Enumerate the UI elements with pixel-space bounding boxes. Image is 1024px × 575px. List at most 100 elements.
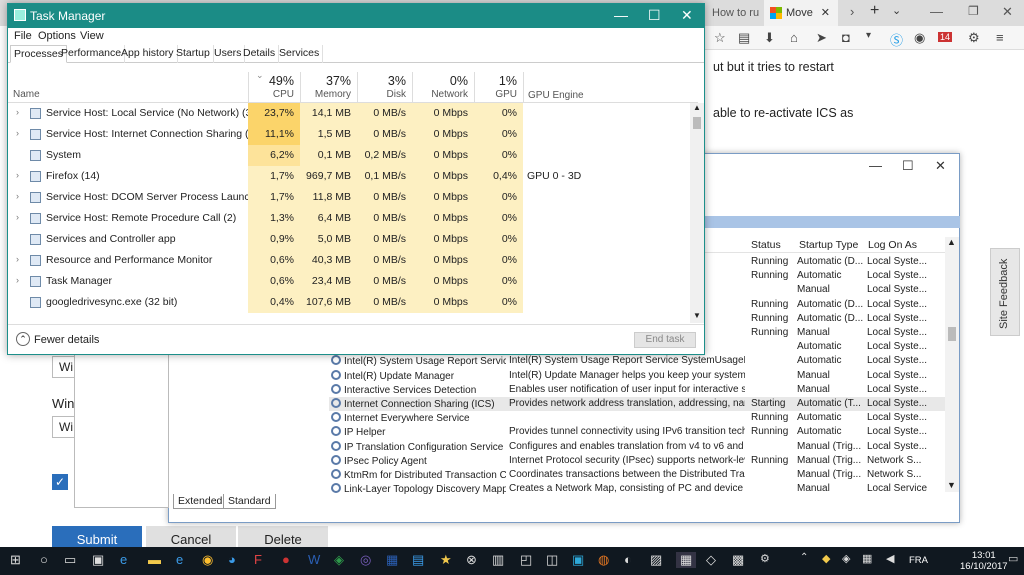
scroll-up-icon[interactable]: ▲ bbox=[947, 237, 956, 247]
expand-chevron-icon[interactable]: › bbox=[16, 128, 19, 138]
process-row[interactable]: System 6,2% 0,1 MB 0,2 MB/s 0 Mbps 0% bbox=[8, 145, 696, 166]
app-icon[interactable]: ▦ bbox=[386, 552, 398, 568]
opera-icon[interactable]: ● bbox=[282, 552, 290, 567]
app-icon[interactable]: ▣ bbox=[572, 552, 584, 568]
volume-icon[interactable]: ◀ bbox=[886, 552, 894, 565]
expand-chevron-icon[interactable]: › bbox=[16, 254, 19, 264]
column-header-logon[interactable]: Log On As bbox=[868, 239, 917, 251]
service-row[interactable]: IP Helper Provides tunnel connectivity us… bbox=[329, 425, 951, 439]
tab-standard[interactable]: Standard bbox=[223, 494, 276, 509]
maximize-icon[interactable]: ☐ bbox=[902, 158, 914, 174]
tab-details[interactable]: Details bbox=[240, 45, 280, 63]
close-tab-icon[interactable]: ✕ bbox=[821, 0, 830, 26]
column-header-status[interactable]: Status bbox=[751, 239, 781, 251]
column-header-network[interactable]: 0% Network bbox=[412, 72, 474, 103]
maximize-icon[interactable]: ☐ bbox=[648, 7, 661, 24]
tab-scroll-right-icon[interactable]: › bbox=[850, 4, 854, 19]
file-explorer-icon[interactable]: ▬ bbox=[148, 552, 161, 567]
menu-file[interactable]: File bbox=[14, 30, 32, 42]
network-icon[interactable]: ▦ bbox=[862, 552, 872, 565]
process-row[interactable]: Services and Controller app 0,9% 5,0 MB 0 M… bbox=[8, 229, 696, 250]
task-view-icon[interactable]: ▭ bbox=[64, 552, 76, 568]
app-icon[interactable]: ⊗ bbox=[466, 552, 477, 568]
service-row[interactable]: Interactive Services Detection Enables us… bbox=[329, 383, 951, 397]
scroll-down-icon[interactable]: ▼ bbox=[947, 480, 956, 490]
tab-app-history[interactable]: App history bbox=[118, 45, 178, 63]
close-icon[interactable]: ✕ bbox=[935, 158, 946, 174]
star-icon[interactable]: ☆ bbox=[714, 30, 726, 46]
tray-icon[interactable]: ◆ bbox=[822, 552, 830, 565]
service-row[interactable]: Intel(R) Update Manager Intel(R) Update M… bbox=[329, 369, 951, 383]
service-row[interactable]: IP Translation Configuration Service Conf… bbox=[329, 440, 951, 454]
tray-icon[interactable]: ◈ bbox=[842, 552, 850, 565]
service-row[interactable]: KtmRm for Distributed Transaction Co... C… bbox=[329, 468, 951, 482]
tab-list-icon[interactable]: ⌄ bbox=[892, 4, 901, 17]
process-scrollbar[interactable]: ▲ ▼ bbox=[690, 103, 704, 323]
edge-icon[interactable]: e bbox=[120, 552, 127, 567]
star-app-icon[interactable]: ★ bbox=[440, 552, 452, 568]
process-row[interactable]: › Task Manager 0,6% 23,4 MB 0 MB/s 0 Mbps 0% bbox=[8, 271, 696, 292]
service-row[interactable]: IPsec Policy Agent Internet Protocol secu… bbox=[329, 454, 951, 468]
column-header-memory[interactable]: 37% Memory bbox=[300, 72, 357, 103]
browser-tab-active[interactable]: Move ✕ bbox=[764, 0, 838, 26]
browser-tab[interactable]: How to ru bbox=[706, 0, 764, 26]
minimize-icon[interactable]: — bbox=[614, 7, 628, 23]
start-icon[interactable]: ⊞ bbox=[10, 552, 21, 568]
badge-icon[interactable]: 14 bbox=[938, 32, 953, 42]
tab-startup[interactable]: Startup bbox=[173, 45, 214, 63]
checkbox-checked[interactable]: ✓ bbox=[52, 474, 68, 490]
task-manager-taskbar-icon[interactable]: ▦ bbox=[676, 552, 697, 568]
clock[interactable]: 13:01 16/10/2017 bbox=[960, 550, 1008, 572]
chrome-icon[interactable]: ◉ bbox=[202, 552, 213, 568]
store-icon[interactable]: ▣ bbox=[92, 552, 104, 568]
end-task-button[interactable]: End task bbox=[634, 332, 696, 348]
tab-performance[interactable]: Performance bbox=[58, 45, 126, 63]
tab-services[interactable]: Services bbox=[276, 45, 324, 63]
service-row[interactable]: Internet Connection Sharing (ICS) Provide… bbox=[329, 397, 951, 412]
expand-chevron-icon[interactable]: › bbox=[16, 107, 19, 117]
new-tab-icon[interactable]: + bbox=[870, 2, 879, 20]
expand-chevron-icon[interactable]: › bbox=[16, 191, 19, 201]
app-icon[interactable]: ◐ bbox=[624, 552, 632, 567]
app-icon[interactable]: ◫ bbox=[546, 552, 558, 568]
service-row[interactable]: Intel(R) System Usage Report Service S..… bbox=[329, 354, 951, 368]
process-row[interactable]: › Service Host: Local Service (No Network… bbox=[8, 103, 696, 124]
tray-expand-icon[interactable]: ⌃ bbox=[800, 552, 808, 563]
column-header-disk[interactable]: 3% Disk bbox=[357, 72, 412, 103]
close-window-icon[interactable]: ✕ bbox=[1002, 4, 1013, 20]
reading-list-icon[interactable]: ▤ bbox=[738, 30, 750, 46]
scroll-thumb[interactable] bbox=[693, 117, 701, 129]
language-indicator[interactable]: FRA bbox=[909, 555, 928, 566]
hamburger-menu-icon[interactable]: ≡ bbox=[996, 30, 1004, 45]
scroll-up-icon[interactable]: ▲ bbox=[693, 103, 701, 112]
column-header-gpu-engine[interactable]: GPU Engine bbox=[523, 72, 673, 103]
expand-chevron-icon[interactable]: › bbox=[16, 275, 19, 285]
menu-arrow-icon[interactable]: ▾ bbox=[866, 30, 871, 41]
process-row[interactable]: › Service Host: Internet Connection Shari… bbox=[8, 124, 696, 145]
column-header-cpu[interactable]: 49% CPU bbox=[248, 72, 300, 103]
fewer-details-link[interactable]: Fewer details bbox=[34, 334, 99, 346]
app-icon[interactable]: ◈ bbox=[334, 552, 344, 568]
expand-chevron-icon[interactable]: › bbox=[16, 170, 19, 180]
process-row[interactable]: › Resource and Performance Monitor 0,6% 40,… bbox=[8, 250, 696, 271]
expand-chevron-icon[interactable]: › bbox=[16, 212, 19, 222]
search-icon[interactable]: ○ bbox=[40, 552, 48, 567]
column-header-name[interactable]: Name bbox=[13, 89, 40, 100]
app-icon[interactable]: ▤ bbox=[412, 552, 424, 568]
process-row[interactable]: › Service Host: Remote Procedure Call (2)… bbox=[8, 208, 696, 229]
download-icon[interactable]: ⬇ bbox=[764, 30, 775, 46]
minimize-icon[interactable]: — bbox=[869, 158, 882, 173]
column-header-startup[interactable]: Startup Type bbox=[799, 239, 858, 251]
menu-options[interactable]: Options bbox=[38, 30, 76, 42]
app-icon[interactable]: ⚙ bbox=[760, 552, 770, 565]
tab-extended[interactable]: Extended bbox=[173, 494, 228, 509]
service-row[interactable]: Internet Everywhere Service Running Automa… bbox=[329, 411, 951, 425]
site-feedback-button[interactable]: Site Feedback bbox=[990, 248, 1020, 336]
menu-view[interactable]: View bbox=[80, 30, 104, 42]
extension-icon[interactable]: ◉ bbox=[914, 30, 925, 46]
app-icon[interactable]: ▩ bbox=[732, 552, 744, 568]
filezilla-icon[interactable]: F bbox=[254, 552, 262, 567]
skype-icon[interactable]: Ⓢ bbox=[890, 30, 903, 49]
restore-icon[interactable]: ❐ bbox=[968, 4, 979, 18]
process-row[interactable]: › Firefox (14) 1,7% 969,7 MB 0,1 MB/s 0 Mbps 0… bbox=[8, 166, 696, 187]
